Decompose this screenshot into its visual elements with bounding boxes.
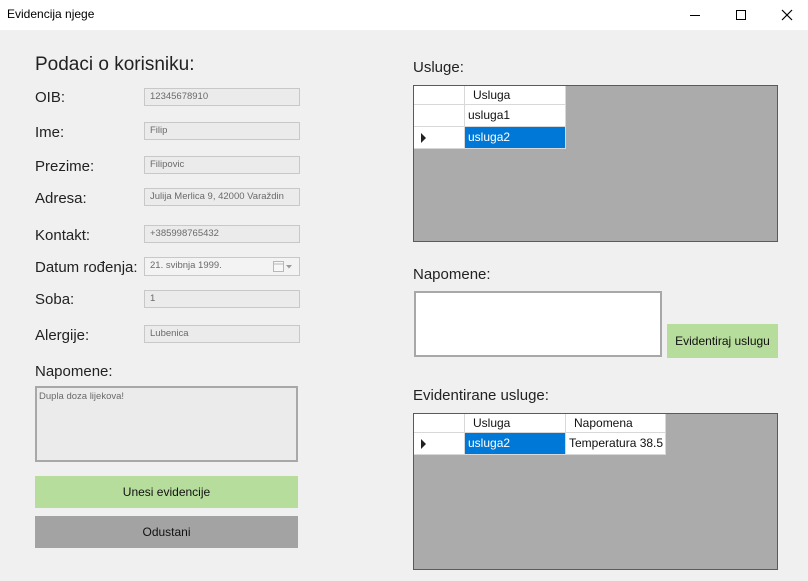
napomene-korisnik-textarea[interactable]: Dupla doza lijekova! bbox=[35, 386, 298, 462]
soba-label: Soba: bbox=[35, 291, 75, 308]
evidentiraj-uslugu-button[interactable]: Evidentiraj uslugu bbox=[667, 324, 778, 358]
soba-field[interactable]: 1 bbox=[144, 290, 300, 308]
adresa-field[interactable]: Julija Merlica 9, 42000 Varaždin bbox=[144, 188, 300, 206]
maximize-icon bbox=[736, 10, 746, 20]
oib-label: OIB: bbox=[35, 89, 66, 106]
napomene-usluga-label: Napomene: bbox=[413, 266, 491, 283]
row-header-selected[interactable] bbox=[414, 127, 465, 149]
adresa-label: Adresa: bbox=[35, 190, 87, 207]
napomene-usluga-textarea[interactable] bbox=[414, 291, 662, 357]
table-cell-napomena[interactable]: Temperatura 38.5 bbox=[566, 433, 666, 455]
ime-field[interactable]: Filip bbox=[144, 122, 300, 140]
row-indicator-icon bbox=[421, 439, 426, 449]
maximize-button[interactable] bbox=[718, 0, 764, 30]
row-indicator-icon bbox=[421, 133, 426, 143]
datum-value: 21. svibnja 1999. bbox=[150, 260, 222, 271]
usluge-label: Usluge: bbox=[413, 59, 464, 76]
table-row[interactable]: usluga1 bbox=[465, 105, 566, 127]
korisnik-heading: Podaci o korisniku: bbox=[35, 54, 195, 75]
oib-field[interactable]: 12345678910 bbox=[144, 88, 300, 106]
evidentirane-grid: Usluga Napomena usluga2 Temperatura 38.5 bbox=[413, 413, 778, 570]
window-title: Evidencija njege bbox=[7, 7, 95, 21]
alergije-field[interactable]: Lubenica bbox=[144, 325, 300, 343]
table-row-selected[interactable]: usluga2 bbox=[465, 127, 566, 149]
prezime-label: Prezime: bbox=[35, 158, 95, 175]
datum-label: Datum rođenja: bbox=[35, 259, 138, 276]
datum-picker[interactable]: 21. svibnja 1999. bbox=[144, 257, 300, 276]
kontakt-field[interactable]: +385998765432 bbox=[144, 225, 300, 243]
calendar-icon[interactable] bbox=[273, 261, 293, 272]
prezime-field[interactable]: Filipovic bbox=[144, 156, 300, 174]
usluge-grid: Usluga usluga1 usluga2 bbox=[413, 85, 778, 242]
close-button[interactable] bbox=[764, 0, 808, 30]
kontakt-label: Kontakt: bbox=[35, 227, 91, 244]
row-header[interactable] bbox=[414, 105, 465, 127]
minimize-icon bbox=[690, 15, 700, 16]
grid-corner bbox=[414, 414, 465, 433]
odustani-button[interactable]: Odustani bbox=[35, 516, 298, 548]
grid-corner bbox=[414, 86, 465, 105]
close-icon bbox=[781, 9, 793, 21]
row-header-selected[interactable] bbox=[414, 433, 465, 455]
minimize-button[interactable] bbox=[672, 0, 718, 30]
napomene-korisnik-label: Napomene: bbox=[35, 363, 113, 380]
column-header-usluga[interactable]: Usluga bbox=[465, 414, 566, 433]
table-row-selected[interactable]: usluga2 bbox=[465, 433, 566, 455]
column-header-napomena[interactable]: Napomena bbox=[566, 414, 666, 433]
title-bar: Evidencija njege bbox=[0, 0, 808, 30]
alergije-label: Alergije: bbox=[35, 327, 90, 344]
evidentirane-label: Evidentirane usluge: bbox=[413, 387, 549, 404]
column-header-usluga[interactable]: Usluga bbox=[465, 86, 566, 105]
ime-label: Ime: bbox=[35, 124, 65, 141]
unesi-evidencije-button[interactable]: Unesi evidencije bbox=[35, 476, 298, 508]
